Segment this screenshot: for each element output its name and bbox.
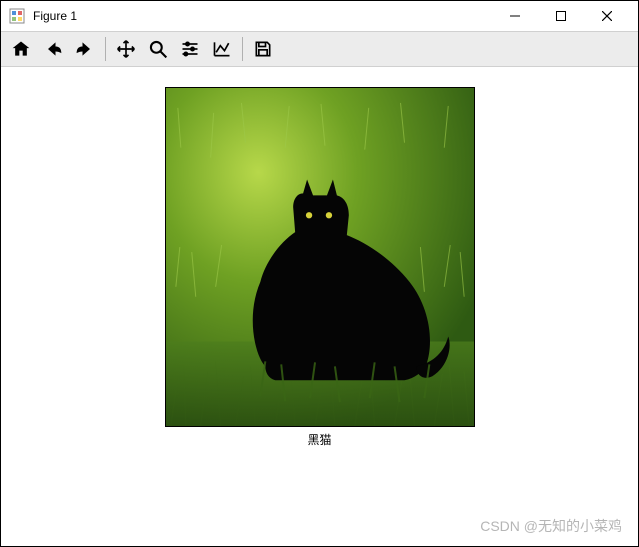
home-button[interactable] <box>6 34 36 64</box>
toolbar-separator <box>242 37 243 61</box>
maximize-button[interactable] <box>538 1 584 31</box>
configure-subplots-button[interactable] <box>175 34 205 64</box>
minimize-button[interactable] <box>492 1 538 31</box>
figure-window: Figure 1 <box>0 0 639 547</box>
window-controls <box>492 1 630 31</box>
save-button[interactable] <box>248 34 278 64</box>
window-title: Figure 1 <box>33 9 492 23</box>
close-button[interactable] <box>584 1 630 31</box>
edit-axes-button[interactable] <box>207 34 237 64</box>
figure-canvas[interactable]: 黑猫 CSDN @无知的小菜鸡 <box>1 67 638 546</box>
subplot: 黑猫 <box>165 87 475 448</box>
app-icon <box>9 8 25 24</box>
back-button[interactable] <box>38 34 68 64</box>
zoom-button[interactable] <box>143 34 173 64</box>
figure-caption: 黑猫 <box>165 431 475 448</box>
toolbar-separator <box>105 37 106 61</box>
forward-button[interactable] <box>70 34 100 64</box>
image-display <box>165 87 475 427</box>
titlebar: Figure 1 <box>1 1 638 31</box>
matplotlib-toolbar <box>1 31 638 67</box>
pan-button[interactable] <box>111 34 141 64</box>
watermark-text: CSDN @无知的小菜鸡 <box>480 516 622 536</box>
